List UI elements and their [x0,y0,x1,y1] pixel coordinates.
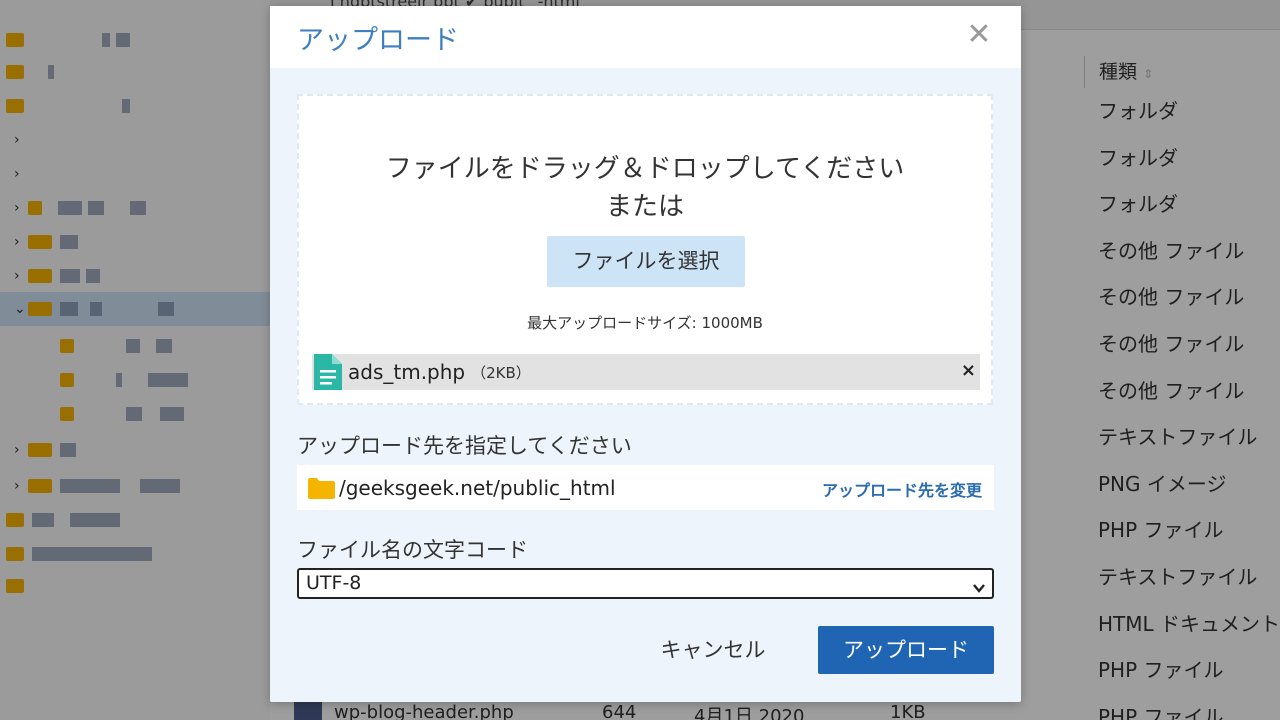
chevron-down-icon [972,576,986,593]
remove-file-icon[interactable]: × [961,360,976,381]
max-upload-size: 最大アップロードサイズ: 1000MB [527,314,763,332]
file-size: （2KB） [471,363,531,382]
drop-zone[interactable]: ファイルをドラッグ＆ドロップしてください または ファイルを選択 最大アップロー… [297,94,993,405]
encoding-label: ファイル名の文字コード [297,538,528,562]
file-name: ads_tm.php [348,360,466,384]
encoding-select[interactable]: UTF-8 [297,568,994,599]
change-destination-link[interactable]: アップロード先を変更 [822,477,982,501]
drop-or-text: または [605,192,684,222]
dialog-title: アップロード [297,25,459,56]
encoding-selected-value: UTF-8 [306,572,362,594]
upload-button[interactable]: アップロード [818,626,994,674]
cancel-button[interactable]: キャンセル [650,626,776,674]
drop-instruction: ファイルをドラッグ＆ドロップしてください [385,154,905,184]
destination-field: /geeksgeek.net/public_html アップロード先を変更 [297,465,994,510]
close-icon[interactable]: ✕ [965,18,993,52]
select-file-button[interactable]: ファイルを選択 [547,236,745,287]
folder-icon [308,477,335,499]
document-icon [312,354,342,390]
destination-path: /geeksgeek.net/public_html [339,475,616,500]
dialog-header: アップロード ✕ [270,6,1021,68]
queued-file: ads_tm.php （2KB） × [312,354,980,390]
upload-dialog: アップロード ✕ ファイルをドラッグ＆ドロップしてください または ファイルを選… [270,6,1021,702]
destination-label: アップロード先を指定してください [297,434,632,458]
